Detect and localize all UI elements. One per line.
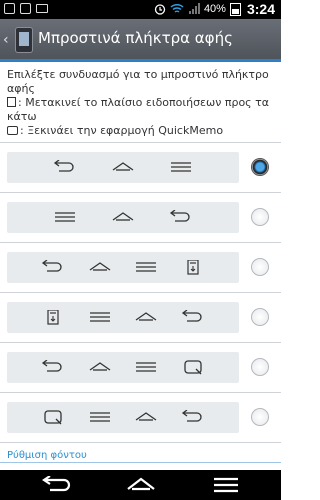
option-radio[interactable]	[251, 408, 269, 426]
home-icon	[89, 362, 111, 371]
notification-description: : Μετακινεί το πλαίσιο ειδοποιήσεων προς…	[7, 96, 275, 110]
menu-icon[interactable]	[210, 476, 242, 494]
status-bar: 40% 3:24	[0, 0, 281, 19]
button-combination-preview	[7, 352, 239, 383]
home-icon	[89, 262, 111, 271]
option-row[interactable]	[0, 143, 281, 193]
notification-icon	[4, 3, 15, 14]
option-row[interactable]	[0, 293, 281, 343]
menu-icon	[89, 412, 110, 422]
description-line: κάτω	[7, 110, 37, 123]
wifi-icon	[170, 3, 184, 13]
alarm-icon	[154, 4, 166, 15]
menu-icon	[136, 262, 157, 272]
up-chevron-icon[interactable]: ‹	[3, 32, 9, 48]
back-icon[interactable]	[40, 476, 72, 494]
home-icon[interactable]	[125, 476, 157, 494]
option-radio[interactable]	[251, 158, 269, 176]
action-bar: ‹ Μπροστινά πλήκτρα αφής	[0, 19, 281, 62]
home-icon	[112, 162, 134, 171]
quickmemo-icon	[44, 410, 63, 425]
clock: 3:24	[246, 1, 275, 17]
menu-icon	[55, 212, 75, 222]
navigation-bar	[0, 470, 281, 500]
signal-icon	[188, 3, 200, 14]
back-icon	[181, 310, 202, 322]
quickmemo-icon	[7, 126, 18, 135]
option-row[interactable]	[0, 343, 281, 393]
description: Επιλέξτε συνδυασμό για το μπροστινό πλήκ…	[7, 68, 275, 138]
battery-icon	[229, 2, 241, 16]
button-combination-preview	[7, 402, 239, 433]
back-icon	[42, 360, 63, 372]
quickmemo-description-text: : Ξεκινάει την εφαρμογή QuickMemo	[20, 124, 224, 137]
section-divider	[0, 462, 281, 463]
quickmemo-description: : Ξεκινάει την εφαρμογή QuickMemo	[7, 124, 275, 138]
back-icon	[169, 210, 190, 222]
option-radio[interactable]	[251, 308, 269, 326]
notification-icon	[47, 310, 59, 325]
button-combination-preview	[7, 152, 239, 183]
page-title: Μπροστινά πλήκτρα αφής	[38, 29, 233, 47]
home-icon	[135, 412, 157, 421]
option-row[interactable]	[0, 193, 281, 243]
option-row[interactable]	[0, 393, 281, 443]
menu-icon	[136, 362, 157, 372]
menu-icon	[171, 162, 191, 172]
home-icon	[112, 212, 134, 221]
option-radio[interactable]	[251, 258, 269, 276]
notification-description-text: : Μετακινεί το πλαίσιο ειδοποιήσεων προς…	[18, 96, 270, 109]
notification-drawer-icon	[7, 97, 16, 107]
option-radio[interactable]	[251, 358, 269, 376]
button-combination-preview	[7, 252, 239, 283]
back-icon	[53, 160, 74, 172]
button-combination-preview	[7, 302, 239, 333]
mail-icon	[36, 4, 48, 13]
menu-icon	[89, 312, 110, 322]
back-icon	[181, 410, 202, 422]
option-radio[interactable]	[251, 208, 269, 226]
battery-text: 40%	[203, 3, 226, 15]
option-row[interactable]	[0, 243, 281, 293]
description-line: Επιλέξτε συνδυασμό για το μπροστινό πλήκ…	[7, 68, 269, 81]
home-icon	[135, 312, 157, 321]
button-combination-preview	[7, 202, 239, 233]
quickmemo-icon	[183, 360, 202, 375]
back-icon	[42, 260, 63, 272]
wallpaper-section-label[interactable]: Ρύθμιση φόντου	[7, 450, 87, 461]
checkbox-icon	[20, 3, 31, 14]
description-line: αφής	[7, 82, 35, 95]
divider	[0, 442, 281, 443]
notification-icon	[186, 260, 199, 275]
app-icon[interactable]	[15, 27, 33, 53]
